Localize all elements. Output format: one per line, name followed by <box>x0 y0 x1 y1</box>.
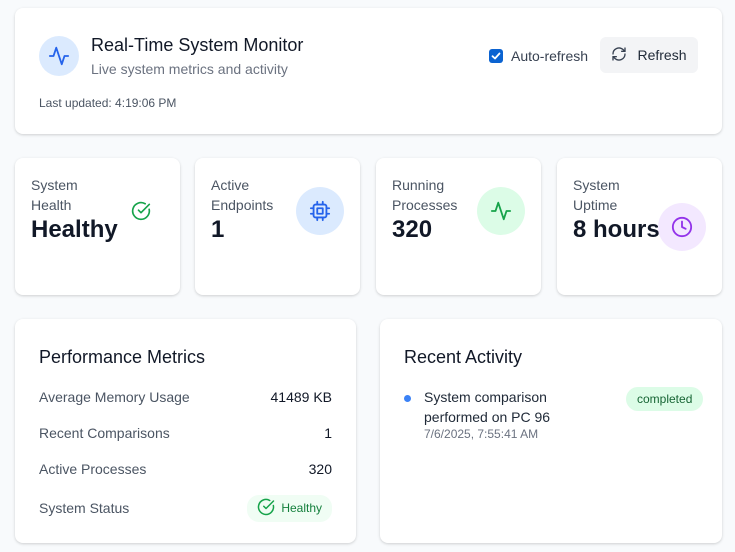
status-badge: completed <box>626 387 704 411</box>
metric-row-processes: Active Processes 320 <box>39 459 332 479</box>
stat-card-system-health: System Health Healthy <box>15 158 180 295</box>
auto-refresh-checkbox[interactable] <box>489 49 503 63</box>
performance-metrics-panel: Performance Metrics Average Memory Usage… <box>15 319 356 543</box>
metric-row-memory: Average Memory Usage 41489 KB <box>39 387 332 407</box>
check-circle-icon <box>129 199 153 223</box>
auto-refresh-toggle[interactable]: Auto-refresh <box>489 46 588 66</box>
stat-value: Healthy <box>31 216 118 243</box>
stat-value: 1 <box>211 216 225 243</box>
stat-card-active-endpoints: Active Endpoints 1 <box>195 158 360 295</box>
stat-value: 320 <box>392 216 433 243</box>
auto-refresh-label: Auto-refresh <box>511 48 589 64</box>
recent-activity-panel: Recent Activity System comparison perfor… <box>380 319 722 543</box>
stat-card-running-processes: Running Processes 320 <box>376 158 541 295</box>
refresh-icon <box>611 46 627 65</box>
activity-icon <box>477 187 525 235</box>
stat-label: Active Endpoints <box>211 177 274 213</box>
activity-icon <box>39 36 79 76</box>
activity-timestamp: 7/6/2025, 7:55:41 AM <box>424 427 539 441</box>
stat-label: Running Processes <box>392 177 458 213</box>
status-badge-label: Healthy <box>281 501 322 515</box>
metric-label: System Status <box>39 500 130 516</box>
metric-value: 1 <box>324 425 332 441</box>
metric-label: Average Memory Usage <box>39 389 190 405</box>
stat-value: 8 hours <box>573 216 660 243</box>
activity-dot-icon <box>404 395 411 402</box>
metric-label: Active Processes <box>39 461 147 477</box>
page-subtitle: Live system metrics and activity <box>91 61 288 77</box>
metric-row-status: System Status Healthy <box>39 494 332 522</box>
status-badge: Healthy <box>247 494 332 522</box>
page-title: Real-Time System Monitor <box>91 35 304 55</box>
refresh-button[interactable]: Refresh <box>600 37 698 73</box>
stat-label: System Health <box>31 177 78 213</box>
panel-title: Performance Metrics <box>39 347 206 367</box>
check-circle-icon <box>257 498 275 519</box>
metric-label: Recent Comparisons <box>39 425 170 441</box>
last-updated-text: Last updated: 4:19:06 PM <box>39 96 177 110</box>
stat-label: System Uptime <box>573 177 620 213</box>
metric-value: 320 <box>308 461 332 477</box>
refresh-label: Refresh <box>637 47 687 63</box>
panel-title: Recent Activity <box>404 347 523 367</box>
activity-text: System comparison performed on PC 96 <box>424 389 551 425</box>
metric-row-comparisons: Recent Comparisons 1 <box>39 423 332 443</box>
cpu-icon <box>296 187 344 235</box>
clock-icon <box>658 203 706 251</box>
metric-value: 41489 KB <box>270 389 333 405</box>
stat-card-system-uptime: System Uptime 8 hours <box>557 158 722 295</box>
header-card: Real-Time System Monitor Live system met… <box>15 8 722 134</box>
